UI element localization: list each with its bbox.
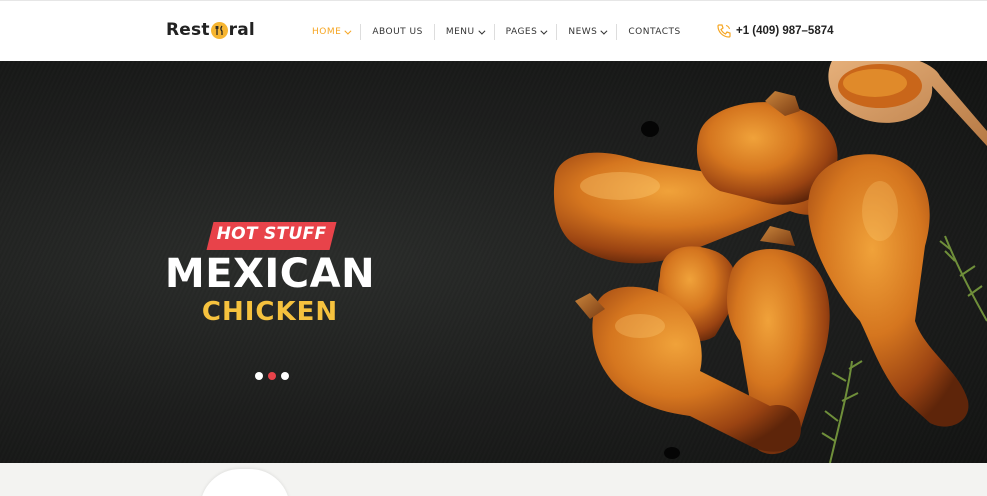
fork-knife-icon [210,21,228,39]
main-nav: HOME ABOUT US MENU PAGES NEWS CONTACTS [305,23,692,41]
site-header: Rest ral HOME ABOUT US MENU PAGES NEWS C… [0,0,987,61]
roasted-chicken-image [553,61,987,463]
hot-stuff-badge: HOT STUFF [216,224,327,244]
nav-item-home[interactable]: HOME [305,24,360,40]
hero-title: MEXICAN [164,251,376,297]
next-section [0,463,987,496]
phone-number: +1 (409) 987–5874 [736,25,834,37]
slider-dot-2[interactable] [268,372,276,380]
phone-icon [717,24,731,38]
nav-item-pages[interactable]: PAGES [493,24,557,40]
logo-text-left: Rest [166,20,210,40]
chevron-down-icon [477,27,486,35]
chevron-down-icon [540,27,548,35]
logo-text-right: ral [228,20,255,40]
hero-subtitle: CHICKEN [201,297,339,327]
slider-pagination [255,372,289,380]
nav-item-news[interactable]: NEWS [556,24,616,40]
nav-item-menu[interactable]: MENU [433,24,494,40]
nav-item-about-us[interactable]: ABOUT US [360,24,434,40]
slider-dot-1[interactable] [255,372,263,380]
slider-dot-3[interactable] [281,372,289,380]
phone-link[interactable]: +1 (409) 987–5874 [716,23,834,39]
chevron-down-icon [600,27,608,35]
chevron-down-icon [344,27,352,35]
nav-item-contacts[interactable]: CONTACTS [616,24,691,40]
logo[interactable]: Rest ral [166,20,255,40]
hero-slider: HOT STUFF MEXICAN CHICKEN [0,61,987,463]
